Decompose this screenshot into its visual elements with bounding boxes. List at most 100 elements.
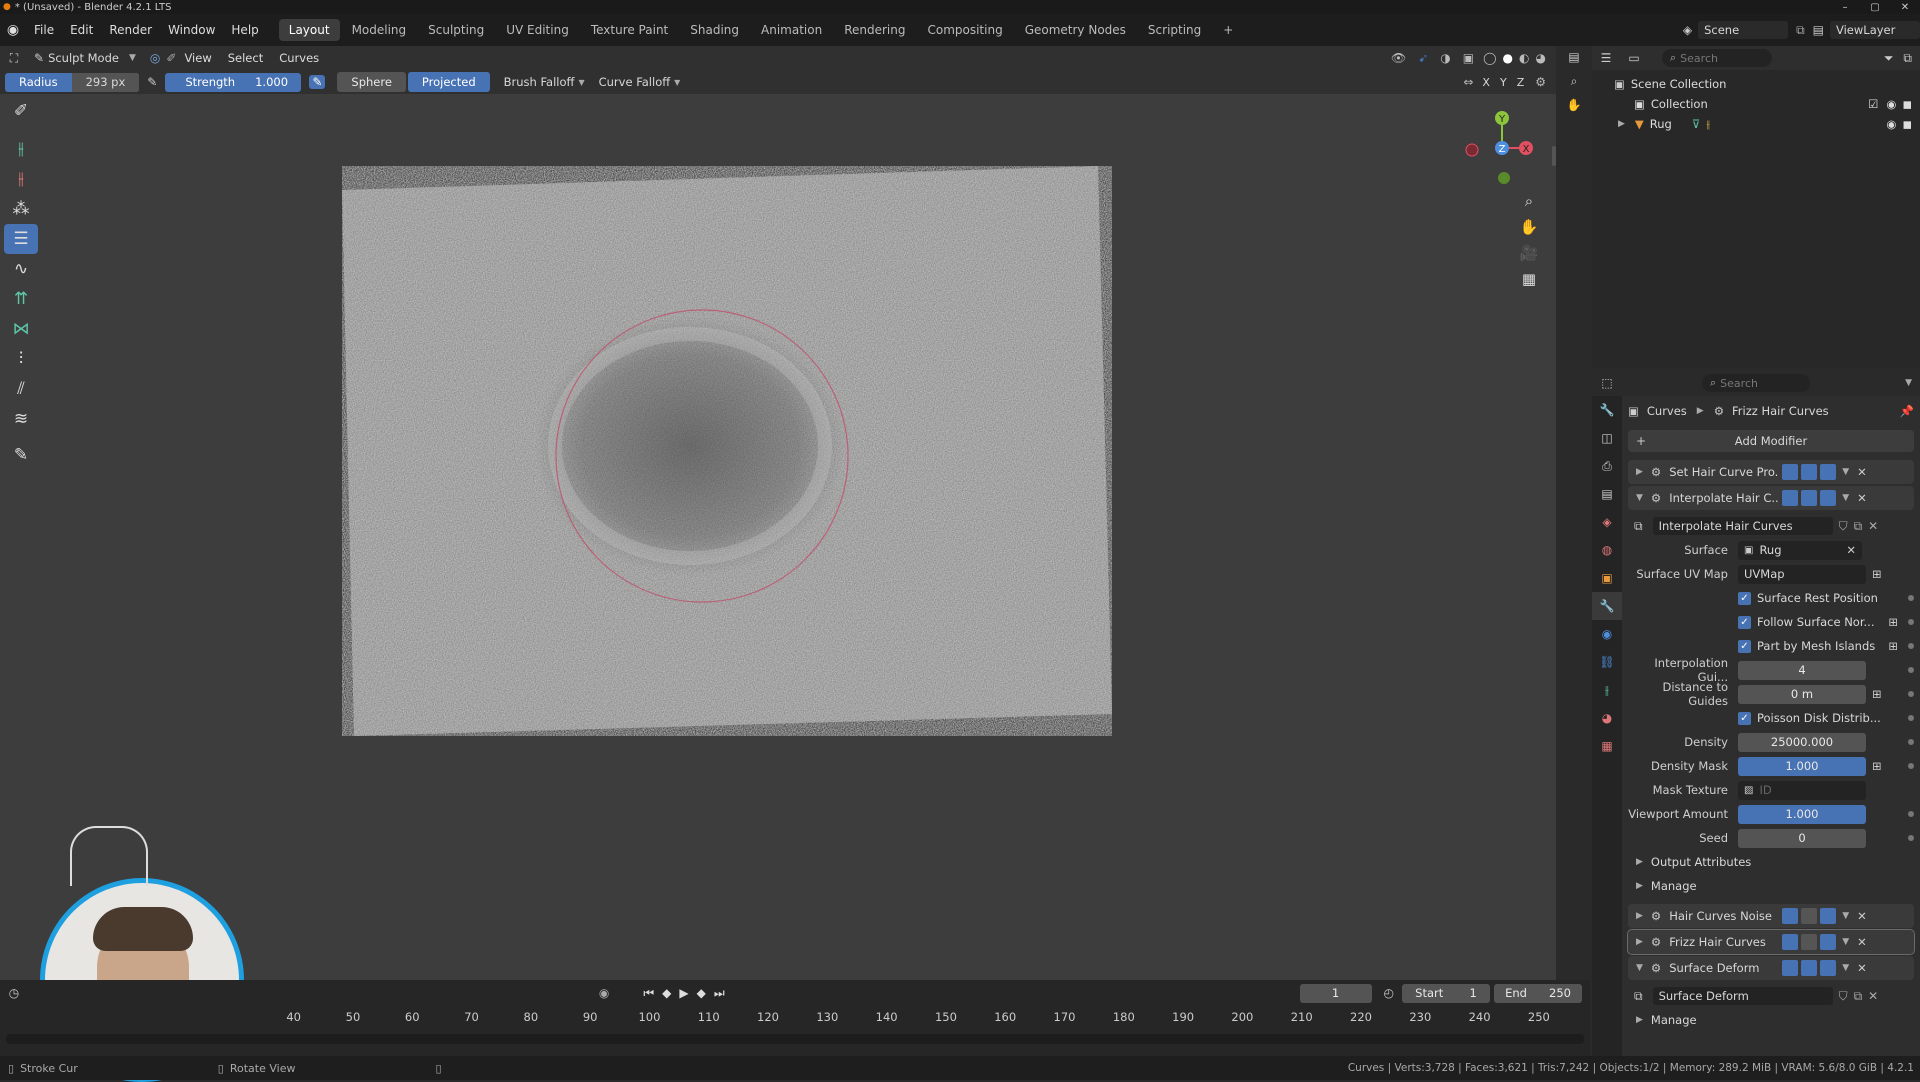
- chevron-down-icon[interactable]: ▼: [1842, 963, 1849, 973]
- timeline-editor[interactable]: ◷ ◉ ⏮ ◆ ▶ ◆ ⏭ 1 ◴ Start 1 End 250 40 50 60…: [0, 980, 1590, 1056]
- node-group-selector[interactable]: ⧉ Interpolate Hair Curves ⛉ ⧉ ✕: [1628, 514, 1914, 538]
- tab-scripting[interactable]: Scripting: [1138, 19, 1211, 41]
- zoom-region-icon[interactable]: ⌕: [1564, 74, 1584, 94]
- render-tab-icon[interactable]: ◫: [1592, 424, 1622, 452]
- start-frame-field[interactable]: Start 1: [1402, 983, 1491, 1003]
- tab-geometry-nodes[interactable]: Geometry Nodes: [1015, 19, 1136, 41]
- texture-tab-icon[interactable]: ▦: [1592, 732, 1622, 760]
- tab-sculpting[interactable]: Sculpting: [418, 19, 494, 41]
- tab-animation[interactable]: Animation: [751, 19, 832, 41]
- 3d-viewport[interactable]: ⛶ ✎ Sculpt Mode ▼ ◎ ✐ View Select Curves…: [0, 46, 1556, 1082]
- eye-icon[interactable]: ◉: [1886, 97, 1896, 111]
- viewlayer-selector[interactable]: ViewLayer: [1830, 21, 1920, 39]
- view-layer-tab-icon[interactable]: ▤: [1592, 480, 1622, 508]
- tab-texture-paint[interactable]: Texture Paint: [581, 19, 678, 41]
- uv-map-value[interactable]: UVMap: [1738, 564, 1866, 584]
- chevron-right-icon[interactable]: ▶: [1636, 911, 1643, 921]
- tab-layout[interactable]: Layout: [278, 19, 340, 41]
- pan-hand-icon[interactable]: ✋: [1516, 214, 1542, 240]
- material-tab-icon[interactable]: ◕: [1592, 704, 1622, 732]
- surface-rest-position-row[interactable]: ✓ Surface Rest Position: [1628, 586, 1914, 610]
- density-mask-field[interactable]: 1.000: [1738, 756, 1866, 776]
- viewport-amount-field[interactable]: 1.000: [1738, 804, 1866, 824]
- chevron-right-icon[interactable]: ▶: [1618, 119, 1625, 129]
- node-group-name[interactable]: Interpolate Hair Curves: [1652, 517, 1833, 535]
- tab-shading[interactable]: Shading: [680, 19, 749, 41]
- blender-menu-icon[interactable]: ◉: [0, 22, 26, 38]
- chevron-down-icon[interactable]: ▼: [1842, 467, 1849, 477]
- render-toggle-icon[interactable]: [1820, 464, 1837, 480]
- physics-tab-icon[interactable]: ◉: [1592, 620, 1622, 648]
- properties-editor-icon[interactable]: ⬚: [1592, 376, 1622, 390]
- surface-field[interactable]: ▣ Rug ✕: [1738, 540, 1862, 560]
- chevron-right-icon[interactable]: ▶: [1636, 467, 1643, 477]
- menu-file[interactable]: File: [26, 14, 62, 46]
- tab-modeling[interactable]: Modeling: [342, 19, 417, 41]
- prev-keyframe-icon[interactable]: ◆: [662, 986, 671, 1000]
- checkbox-checked-icon[interactable]: ✓: [1738, 615, 1751, 629]
- constraints-tab-icon[interactable]: ⛓: [1592, 648, 1622, 676]
- viewport-toggle-icon[interactable]: [1801, 934, 1818, 950]
- distance-to-guides-field[interactable]: 0 m: [1738, 684, 1866, 704]
- attribute-toggle-icon[interactable]: ⊞: [1888, 615, 1898, 629]
- keyframe-dot-icon[interactable]: ◉: [599, 986, 609, 1000]
- part-by-mesh-islands-row[interactable]: ✓ Part by Mesh Islands ⊞: [1628, 634, 1914, 658]
- chevron-down-icon[interactable]: ▼: [1842, 937, 1849, 947]
- edit-mode-toggle-icon[interactable]: [1782, 464, 1799, 480]
- surface-deform-node-selector[interactable]: ⧉ Surface Deform ⛉ ⧉ ✕: [1628, 984, 1914, 1008]
- attribute-toggle-icon[interactable]: ⊞: [1888, 639, 1898, 653]
- attribute-toggle-icon[interactable]: ⊞: [1872, 567, 1882, 581]
- modifier-frizz-hair-curves[interactable]: ▶ ⚙ Frizz Hair Curves ▼ ✕: [1627, 929, 1915, 955]
- chevron-down-icon[interactable]: ▼: [1636, 493, 1643, 503]
- remove-modifier-icon[interactable]: ✕: [1857, 909, 1867, 923]
- remove-modifier-icon[interactable]: ✕: [1857, 491, 1867, 505]
- object-tab-icon[interactable]: ▣: [1592, 564, 1622, 592]
- end-frame-field[interactable]: End 250: [1494, 983, 1583, 1003]
- data-tab-icon[interactable]: ⫲: [1592, 676, 1622, 704]
- maximize-icon[interactable]: ▢: [1860, 2, 1890, 13]
- modifier-hair-curves-noise[interactable]: ▶ ⚙ Hair Curves Noise ▼ ✕: [1628, 904, 1914, 928]
- chevron-down-icon[interactable]: ▼: [1842, 911, 1849, 921]
- unlink-icon[interactable]: ✕: [1868, 989, 1878, 1003]
- modifier-interpolate-hair-curves[interactable]: ▼ ⚙ Interpolate Hair C... ▼ ✕: [1628, 486, 1914, 510]
- tool-tab-icon[interactable]: 🔧: [1592, 396, 1622, 424]
- camera-view-icon[interactable]: 🎥: [1516, 240, 1542, 266]
- poisson-disk-row[interactable]: ✓ Poisson Disk Distrib...: [1628, 706, 1914, 730]
- fake-user-shield-icon[interactable]: ⛉: [1839, 989, 1848, 1004]
- menu-edit[interactable]: Edit: [62, 14, 101, 46]
- scene-selector[interactable]: Scene: [1698, 21, 1789, 39]
- density-field[interactable]: 25000.000: [1738, 732, 1866, 752]
- hand-pan-icon[interactable]: ✋: [1564, 98, 1584, 118]
- menu-window[interactable]: Window: [160, 14, 223, 46]
- outliner-search-input[interactable]: ⌕ Search: [1662, 49, 1772, 67]
- remove-modifier-icon[interactable]: ✕: [1857, 465, 1867, 479]
- modifier-set-hair-curve-profile[interactable]: ▶ ⚙ Set Hair Curve Pro... ▼ ✕: [1628, 460, 1914, 484]
- clear-icon[interactable]: ✕: [1846, 543, 1856, 557]
- chevron-down-icon[interactable]: ▼: [1905, 378, 1912, 388]
- outliner-row-collection[interactable]: ▣ Collection ☑ ◉ ◼: [1592, 94, 1920, 114]
- output-tab-icon[interactable]: ⎙: [1592, 452, 1622, 480]
- remove-modifier-icon[interactable]: ✕: [1857, 935, 1867, 949]
- mask-texture-field[interactable]: ▨ ID: [1738, 780, 1866, 800]
- modifier-surface-deform[interactable]: ▼ ⚙ Surface Deform ▼ ✕: [1628, 956, 1914, 980]
- unlink-icon[interactable]: ✕: [1868, 519, 1878, 533]
- modifier-name-surface-deform[interactable]: Surface Deform: [1669, 961, 1779, 975]
- viewport-toggle-icon[interactable]: [1801, 490, 1818, 506]
- checkbox-checked-icon[interactable]: ✓: [1738, 639, 1751, 653]
- interp-guides-field[interactable]: 4: [1738, 660, 1866, 680]
- new-scene-icon[interactable]: ⧉: [1796, 23, 1805, 38]
- viewport-toggle-icon[interactable]: [1801, 960, 1818, 976]
- chevron-down-icon[interactable]: ▼: [1636, 963, 1643, 973]
- surface-deform-node-name[interactable]: Surface Deform: [1652, 987, 1833, 1005]
- close-icon[interactable]: ✕: [1890, 2, 1920, 13]
- render-toggle-icon[interactable]: [1820, 490, 1837, 506]
- tab-compositing[interactable]: Compositing: [917, 19, 1012, 41]
- outliner-editor-icon[interactable]: ☰: [1592, 51, 1620, 65]
- chevron-right-icon[interactable]: ▶: [1636, 937, 1643, 947]
- edit-mode-toggle-icon[interactable]: [1782, 960, 1799, 976]
- play-icon[interactable]: ▶: [679, 986, 688, 1000]
- chevron-down-icon[interactable]: ▼: [1842, 493, 1849, 503]
- display-mode-icon[interactable]: ▭: [1620, 51, 1648, 65]
- output-attributes-subpanel[interactable]: ▶ Output Attributes: [1628, 850, 1914, 874]
- attribute-toggle-icon[interactable]: ⊞: [1872, 687, 1882, 701]
